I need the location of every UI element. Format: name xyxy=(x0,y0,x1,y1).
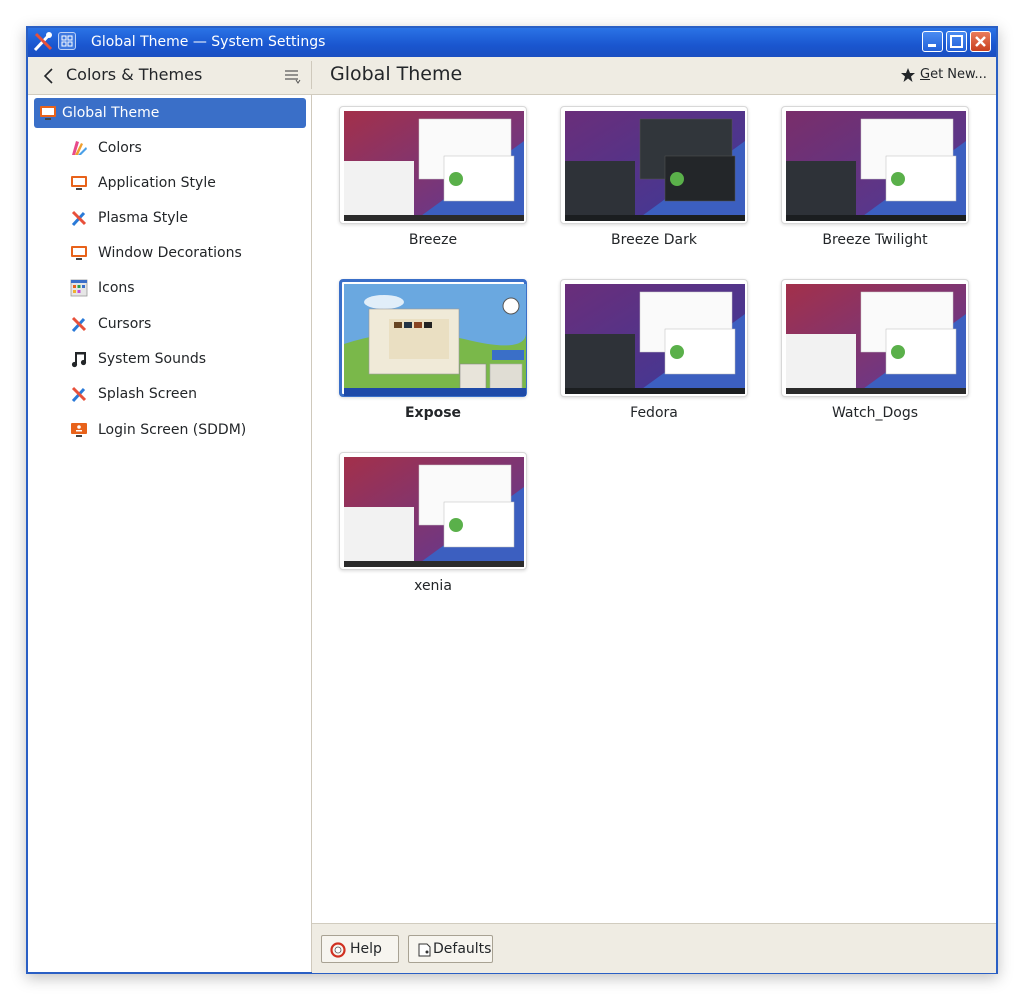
back-arrow-icon[interactable] xyxy=(42,67,54,85)
theme-thumbnail[interactable] xyxy=(560,279,748,397)
icons-grid-icon xyxy=(70,279,88,297)
theme-name: Expose xyxy=(404,405,462,421)
header-bar: Colors & Themes Global Theme Get New... xyxy=(28,57,996,95)
sidebar-item-system-sounds[interactable]: System Sounds xyxy=(28,344,311,374)
theme-thumbnail[interactable] xyxy=(781,106,969,224)
theme-thumbnail[interactable] xyxy=(781,279,969,397)
brush-icon xyxy=(71,210,87,227)
monitor-icon xyxy=(71,176,87,190)
sidebar: Global Theme Colors Application Style Pl… xyxy=(28,95,312,972)
page-title: Global Theme xyxy=(330,63,463,85)
sidebar-item-icons[interactable]: Icons xyxy=(28,273,311,303)
sidebar-item-login-screen[interactable]: Login Screen (SDDM) xyxy=(28,415,311,445)
theme-thumbnail[interactable] xyxy=(339,106,527,224)
footer-bar: Help Defaults xyxy=(312,923,996,973)
monitor-icon xyxy=(40,106,56,120)
theme-name: Breeze xyxy=(408,232,458,248)
app-grid-icon[interactable] xyxy=(58,32,76,50)
defaults-button[interactable]: Defaults xyxy=(408,935,493,963)
document-revert-icon xyxy=(418,943,431,957)
theme-card-expose[interactable]: Expose xyxy=(339,279,529,421)
minimize-button[interactable] xyxy=(922,31,943,52)
help-lifebuoy-icon xyxy=(330,942,346,958)
sidebar-item-window-decorations[interactable]: Window Decorations xyxy=(28,238,311,268)
theme-grid: Breeze Breeze Dark Breeze Twilight Expos… xyxy=(312,95,996,923)
theme-card-breeze[interactable]: Breeze xyxy=(339,106,529,248)
help-button[interactable]: Help xyxy=(321,935,399,963)
sidebar-item-global-theme[interactable]: Global Theme xyxy=(34,98,306,128)
theme-name: Breeze Twilight xyxy=(822,232,928,248)
get-new-label: Get New... xyxy=(920,67,987,82)
settings-window: Global Theme — System Settings Colors & … xyxy=(26,26,998,974)
theme-card-watch-dogs[interactable]: Watch_Dogs xyxy=(781,279,971,421)
theme-thumbnail-selected[interactable] xyxy=(339,279,527,397)
theme-name: Fedora xyxy=(630,405,678,421)
theme-card-breeze-twilight[interactable]: Breeze Twilight xyxy=(781,106,971,248)
sidebar-item-colors[interactable]: Colors xyxy=(28,133,311,163)
window-title: Global Theme — System Settings xyxy=(91,34,326,50)
theme-thumbnail[interactable] xyxy=(339,452,527,570)
theme-name: Watch_Dogs xyxy=(831,405,919,421)
maximize-button[interactable] xyxy=(946,31,967,52)
sidebar-category-title: Colors & Themes xyxy=(66,65,203,84)
sidebar-item-cursors[interactable]: Cursors xyxy=(28,309,311,339)
theme-card-xenia[interactable]: xenia xyxy=(339,452,529,594)
palette-icon xyxy=(72,141,87,155)
sidebar-item-plasma-style[interactable]: Plasma Style xyxy=(28,203,311,233)
header-separator xyxy=(311,61,312,89)
sidebar-item-application-style[interactable]: Application Style xyxy=(28,168,311,198)
theme-card-fedora[interactable]: Fedora xyxy=(560,279,750,421)
theme-name: xenia xyxy=(414,578,452,594)
help-label: Help xyxy=(350,941,382,957)
brush-icon xyxy=(71,316,87,333)
hamburger-menu-icon[interactable] xyxy=(284,68,302,84)
login-monitor-icon xyxy=(71,423,87,437)
music-note-icon xyxy=(71,352,87,368)
brush-icon xyxy=(71,386,87,403)
sidebar-item-splash-screen[interactable]: Splash Screen xyxy=(28,379,311,409)
close-button[interactable] xyxy=(970,31,991,52)
star-icon xyxy=(901,68,915,82)
monitor-icon xyxy=(71,246,87,260)
system-settings-icon xyxy=(33,32,53,52)
defaults-label: Defaults xyxy=(433,941,492,957)
theme-card-breeze-dark[interactable]: Breeze Dark xyxy=(560,106,750,248)
title-bar[interactable]: Global Theme — System Settings xyxy=(28,28,996,57)
theme-thumbnail[interactable] xyxy=(560,106,748,224)
theme-name: Breeze Dark xyxy=(611,232,697,248)
